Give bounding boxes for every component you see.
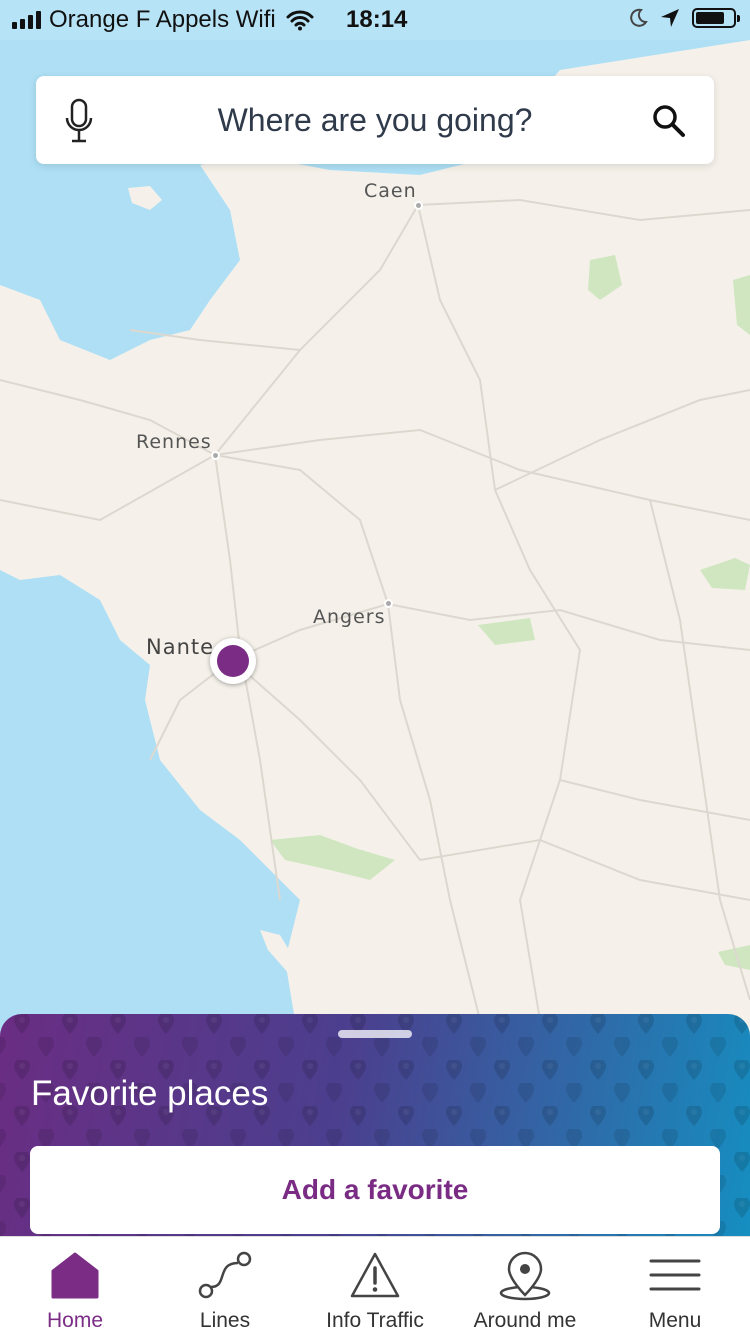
tab-lines[interactable]: Lines (150, 1237, 300, 1335)
search-bar[interactable]: Where are you going? (36, 76, 714, 164)
add-favorite-button[interactable]: Add a favorite (30, 1146, 720, 1234)
favorites-title: Favorite places (31, 1074, 269, 1113)
tab-info-traffic-label: Info Traffic (326, 1309, 424, 1332)
warning-icon (350, 1252, 400, 1298)
city-label-caen: Caen (364, 180, 417, 202)
tab-around-me[interactable]: Around me (450, 1237, 600, 1335)
city-label-angers: Angers (313, 606, 386, 628)
current-location-dot (217, 645, 249, 677)
location-arrow-icon (661, 9, 679, 27)
tab-menu-label: Menu (648, 1309, 702, 1332)
sheet-drag-handle[interactable] (338, 1030, 412, 1038)
carrier-name: Orange F Appels Wifi (49, 6, 276, 33)
tab-menu[interactable]: Menu (600, 1237, 750, 1335)
favorites-sheet: Favorite places Add a favorite (0, 1014, 750, 1254)
tab-lines-label: Lines (199, 1309, 251, 1332)
status-right (628, 8, 740, 28)
city-dot-caen (414, 201, 423, 210)
search-input[interactable]: Where are you going? (36, 102, 714, 139)
search-icon[interactable] (652, 104, 686, 138)
location-pin-icon (499, 1251, 551, 1301)
tab-around-me-label: Around me (473, 1309, 577, 1332)
city-label-rennes: Rennes (136, 431, 212, 453)
clock: 18:14 (346, 6, 408, 33)
current-location-marker[interactable] (210, 638, 256, 684)
tab-home[interactable]: Home (0, 1237, 150, 1335)
carrier-group: Orange F Appels Wifi (12, 6, 314, 34)
route-icon (198, 1251, 252, 1299)
menu-icon (649, 1259, 701, 1291)
city-dot-angers (384, 599, 393, 608)
home-icon (51, 1252, 99, 1299)
status-bar: Orange F Appels Wifi 18:14 (0, 0, 750, 40)
tab-home-label: Home (46, 1309, 104, 1332)
tab-bar: Home Lines Info Traffic Around me Menu (0, 1236, 750, 1335)
city-dot-rennes (211, 451, 220, 460)
moon-icon (630, 8, 648, 27)
battery-icon (692, 8, 740, 28)
signal-icon (12, 11, 41, 29)
tab-info-traffic[interactable]: Info Traffic (300, 1237, 450, 1335)
city-label-nantes: Nante (146, 635, 215, 659)
wifi-icon (286, 10, 314, 31)
